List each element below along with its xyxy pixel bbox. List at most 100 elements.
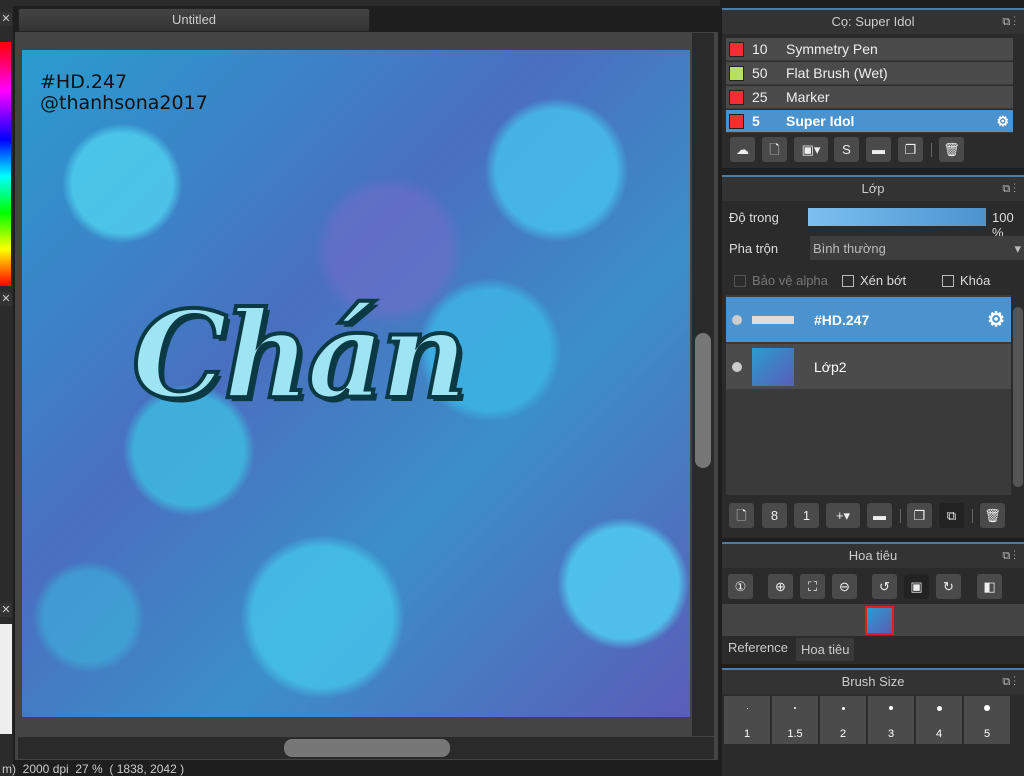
navigator-thumbnail[interactable] <box>865 606 894 635</box>
popout-icon[interactable]: ⧉ ⋮ <box>1002 177 1016 201</box>
brush-name: Flat Brush (Wet) <box>786 65 888 81</box>
protect-alpha-checkbox[interactable]: Bảo vệ alpha <box>734 273 828 288</box>
clipping-label: Xén bớt <box>860 273 907 288</box>
brush-color-swatch <box>729 89 744 105</box>
document-tab[interactable]: Untitled <box>18 8 370 32</box>
size-label: 4 <box>935 728 943 740</box>
brush-color-swatch <box>729 65 744 81</box>
lock-label: Khóa <box>960 273 991 288</box>
panel-title: Brush Size <box>841 674 905 689</box>
brush-item[interactable]: 25 Marker <box>726 86 1013 109</box>
brush-size-preset[interactable]: 5 <box>964 696 1010 744</box>
opacity-fill <box>808 208 986 226</box>
new-layer-button[interactable]: 🗋 <box>729 503 754 528</box>
brush-size-preset[interactable]: 1 <box>724 696 770 744</box>
zoom-in-icon[interactable]: ⊕ <box>768 574 793 599</box>
tab-navigator[interactable]: Hoa tiêu <box>796 638 855 661</box>
panel-title: Lớp <box>861 181 885 196</box>
hue-slider[interactable] <box>0 42 11 286</box>
scroll-thumb[interactable] <box>695 333 711 468</box>
rotate-right-icon[interactable]: ↻ <box>936 574 961 599</box>
layer-scrollbar[interactable] <box>1013 307 1023 487</box>
folder-button[interactable]: ▬ <box>867 503 892 528</box>
clipping-checkbox[interactable]: Xén bớt <box>842 273 906 288</box>
folder-button[interactable]: ▬ <box>866 137 891 162</box>
brush-item[interactable]: 10 Symmetry Pen <box>726 38 1013 61</box>
new-brush-button[interactable]: 🗋 <box>762 137 787 162</box>
brush-name: Marker <box>786 89 830 105</box>
horizontal-scrollbar[interactable] <box>18 737 714 759</box>
size-dot <box>936 705 942 711</box>
cloud-download-button[interactable]: ☁ <box>730 137 755 162</box>
brush-size-panel: Brush Size ⧉ ⋮ 1 1.5 2 3 4 5 <box>722 668 1024 776</box>
brush-settings-button[interactable]: S <box>834 137 859 162</box>
layer-panel: Lớp ⧉ ⋮ Độ trong 100 % Pha trộn Bình thườ… <box>722 175 1024 538</box>
navigator-panel: Hoa tiêu ⧉ ⋮ ① ⊕ ⛶ ⊖ ↺ ▣ ↻ ◧ Reference Ho… <box>722 542 1024 664</box>
gear-icon[interactable]: ⚙ <box>987 307 1005 332</box>
duplicate-button[interactable]: ❐ <box>898 137 923 162</box>
layer-row[interactable]: Lớp2 <box>726 344 1011 389</box>
brush-size-preset[interactable]: 2 <box>820 696 866 744</box>
duplicate-layer-button[interactable]: ❐ <box>907 503 932 528</box>
brush-size-preset[interactable]: 1.5 <box>772 696 818 744</box>
lock-checkbox[interactable]: Khóa <box>942 273 990 288</box>
rotate-left-icon[interactable]: ↺ <box>872 574 897 599</box>
lettering-art: Chán <box>130 283 470 428</box>
visibility-icon[interactable] <box>732 361 742 372</box>
vertical-scrollbar[interactable] <box>692 33 714 736</box>
close-icon[interactable]: ✕ <box>0 603 12 617</box>
new-1bit-layer-button[interactable]: 1 <box>794 503 819 528</box>
size-label: 5 <box>983 728 991 740</box>
color-preview <box>0 624 12 734</box>
zoom-out-icon[interactable]: ⊖ <box>832 574 857 599</box>
close-icon[interactable]: ✕ <box>0 292 12 306</box>
status-bar: m) 2000 dpi 27 % ( 1838, 2042 ) <box>2 762 185 776</box>
brush-item[interactable]: 50 Flat Brush (Wet) <box>726 62 1013 85</box>
panel-title: Cọ: Super Idol <box>831 14 915 29</box>
delete-layer-button[interactable]: 🗑 <box>980 503 1005 528</box>
drawing-canvas[interactable]: #HD.247 @thanhsona2017 Chán <box>22 50 690 717</box>
scroll-thumb[interactable] <box>284 739 450 757</box>
reset-view-icon[interactable]: ▣ <box>904 574 929 599</box>
chevron-down-icon: ▾ <box>1014 241 1021 256</box>
opacity-slider[interactable] <box>808 208 986 226</box>
gear-icon[interactable]: ⚙ <box>996 113 1009 130</box>
brush-color-swatch <box>729 113 744 129</box>
actual-size-icon[interactable]: ① <box>728 574 753 599</box>
popout-icon[interactable]: ⧉ ⋮ <box>1002 544 1016 568</box>
size-dot <box>794 707 796 709</box>
flip-icon[interactable]: ◧ <box>977 574 1002 599</box>
merge-layer-button[interactable]: ⧉ <box>939 503 964 528</box>
watermark-line1: #HD.247 <box>40 71 128 93</box>
popout-icon[interactable]: ⧉ ⋮ <box>1002 670 1016 694</box>
brush-size: 50 <box>752 65 768 81</box>
size-dot <box>746 707 748 709</box>
size-label: 3 <box>887 728 895 740</box>
new-8bit-layer-button[interactable]: 8 <box>762 503 787 528</box>
blend-label: Pha trộn <box>729 241 779 256</box>
size-label: 2 <box>839 728 847 740</box>
layer-row[interactable]: #HD.247 ⚙ <box>726 297 1011 342</box>
blend-mode-select[interactable]: Bình thường ▾ <box>810 236 1024 260</box>
size-label: 1.5 <box>787 728 803 740</box>
brush-panel: Cọ: Super Idol ⧉ ⋮ 10 Symmetry Pen 50 Flat B… <box>722 8 1024 168</box>
brush-item[interactable]: 5 Super Idol ⚙ <box>726 110 1013 133</box>
brush-size: 5 <box>752 113 760 129</box>
size-dot <box>984 705 990 711</box>
brush-size: 10 <box>752 41 768 57</box>
delete-button[interactable]: 🗑 <box>939 137 964 162</box>
opacity-label: Độ trong <box>729 210 779 225</box>
tab-reference[interactable]: Reference <box>724 638 792 657</box>
navigator-preview[interactable] <box>722 604 1024 636</box>
brush-size-preset[interactable]: 3 <box>868 696 914 744</box>
fit-screen-icon[interactable]: ⛶ <box>800 574 825 599</box>
layer-name: Lớp2 <box>814 358 847 375</box>
close-icon[interactable]: ✕ <box>0 12 12 26</box>
visibility-icon[interactable] <box>732 314 742 325</box>
add-layer-dropdown[interactable]: +▾ <box>826 503 860 528</box>
size-dot <box>889 706 893 710</box>
brush-type-dropdown[interactable]: ▣▾ <box>794 137 828 162</box>
popout-icon[interactable]: ⧉ ⋮ <box>1002 10 1016 34</box>
layer-thumbnail <box>752 300 794 339</box>
brush-size-preset[interactable]: 4 <box>916 696 962 744</box>
